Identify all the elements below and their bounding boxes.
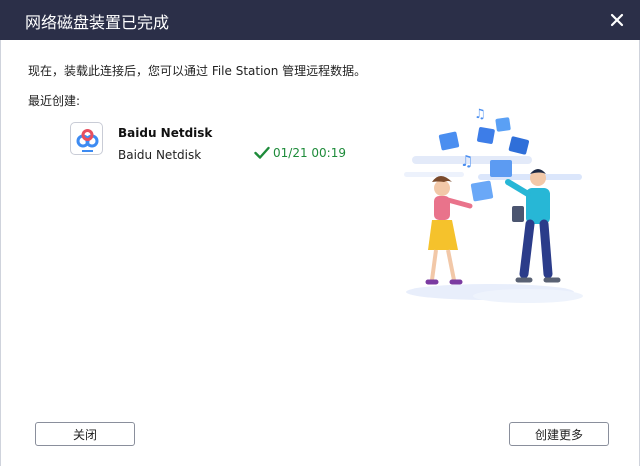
checkmark-icon: [254, 146, 270, 159]
frame-border-left: [0, 40, 1, 466]
recent-item-status: 01/21 00:19: [254, 146, 346, 160]
baidu-netdisk-icon: [70, 122, 103, 155]
close-button[interactable]: 关闭: [35, 422, 135, 446]
title-bar: 网络磁盘装置已完成: [0, 0, 640, 40]
recent-item-subtitle: Baidu Netdisk: [118, 148, 202, 162]
recent-item-name: Baidu Netdisk: [118, 126, 213, 140]
recent-item-timestamp: 01/21 00:19: [273, 146, 346, 160]
cloud-storage-illustration: ♫ ♫: [404, 107, 583, 303]
info-message: 现在，装载此连接后，您可以通过 File Station 管理远程数据。: [28, 64, 367, 78]
create-more-button[interactable]: 创建更多: [509, 422, 609, 446]
recent-label: 最近创建:: [28, 94, 81, 108]
window-title: 网络磁盘装置已完成: [25, 13, 170, 32]
close-icon[interactable]: [604, 7, 630, 33]
svg-text:♫: ♫: [460, 152, 473, 170]
svg-text:♫: ♫: [474, 107, 486, 122]
